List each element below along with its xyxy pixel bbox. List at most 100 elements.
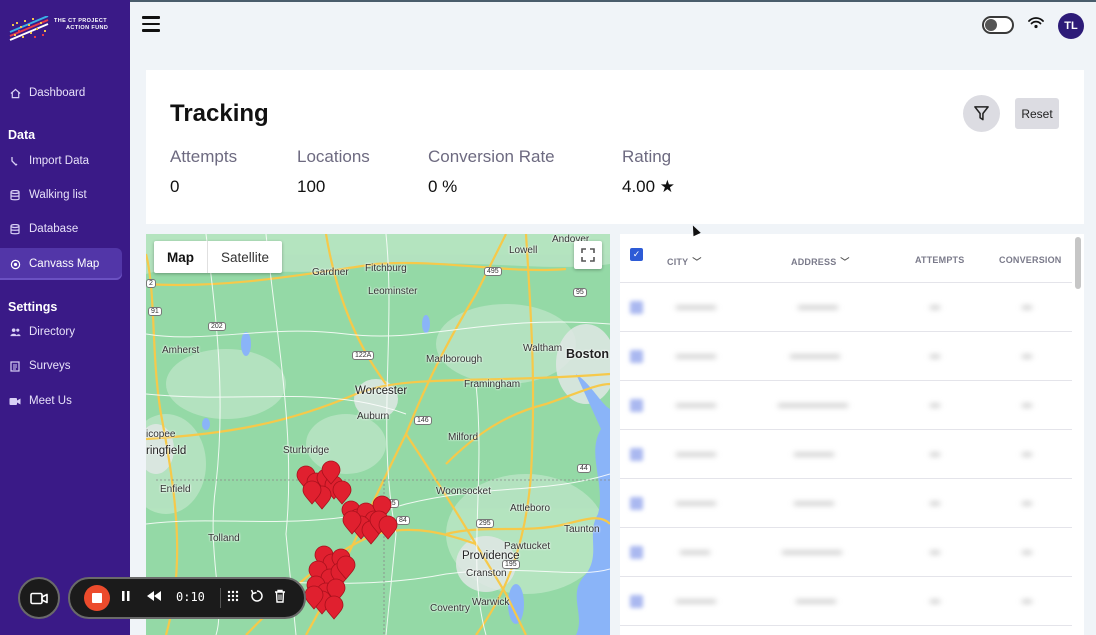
table-row[interactable]: ▬▬▬▬ ▬▬▬▬ ▬ ▬ bbox=[620, 577, 1072, 626]
recording-timer: 0:10 bbox=[176, 590, 205, 604]
sidebar-item-directory[interactable]: Directory bbox=[0, 316, 122, 348]
row-cell-conversion: ▬ bbox=[1022, 497, 1032, 508]
tab-map[interactable]: Map bbox=[154, 241, 208, 273]
survey-icon bbox=[9, 360, 21, 372]
restart-icon[interactable] bbox=[250, 589, 264, 606]
sidebar-item-label: Import Data bbox=[29, 155, 90, 167]
sidebar-item-label: Walking list bbox=[29, 189, 87, 201]
camera-button[interactable] bbox=[18, 577, 60, 619]
row-cell-address: ▬▬▬▬ bbox=[796, 595, 836, 606]
location-markers[interactable] bbox=[146, 234, 610, 635]
row-cell-address: ▬▬▬▬▬▬ bbox=[782, 546, 842, 557]
location-pin[interactable] bbox=[332, 480, 352, 505]
row-cell-attempts: ▬ bbox=[930, 546, 940, 557]
row-cell-city: ▬▬▬▬ bbox=[676, 399, 716, 410]
row-cell-attempts: ▬ bbox=[930, 301, 940, 312]
table-row[interactable]: ▬▬▬▬ ▬▬▬▬ ▬ ▬ bbox=[620, 479, 1072, 528]
database-icon bbox=[9, 223, 21, 235]
row-checkbox[interactable] bbox=[630, 546, 643, 559]
reset-button[interactable]: Reset bbox=[1015, 98, 1059, 129]
sidebar-item-label: Canvass Map bbox=[29, 258, 100, 270]
column-city[interactable]: CITY ﹀ bbox=[667, 255, 702, 268]
camera-icon bbox=[30, 592, 48, 604]
tracking-card: Tracking Attempts 0 Locations 100 Conver… bbox=[146, 70, 1084, 224]
logo-flag-icon bbox=[8, 15, 50, 44]
chevron-down-icon: ﹀ bbox=[692, 257, 702, 267]
column-conversion[interactable]: CONVERSION bbox=[999, 255, 1062, 265]
sidebar-item-label: Meet Us bbox=[29, 395, 72, 407]
table-header: ✓ CITY ﹀ ADDRESS ﹀ ATTEMPTS CONVERSION bbox=[620, 234, 1072, 283]
row-cell-address: ▬▬▬▬ bbox=[798, 301, 838, 312]
sidebar-item-surveys[interactable]: Surveys bbox=[0, 350, 122, 382]
stop-recording-button[interactable] bbox=[84, 585, 110, 611]
row-checkbox[interactable] bbox=[630, 448, 643, 461]
table-row[interactable]: ▬▬▬▬ ▬▬▬▬▬ ▬ ▬ bbox=[620, 332, 1072, 381]
avatar[interactable]: TL bbox=[1058, 13, 1084, 39]
trash-icon[interactable] bbox=[274, 589, 286, 606]
sidebar-item-label: Dashboard bbox=[29, 87, 86, 99]
stat-label: Rating bbox=[622, 147, 672, 166]
sidebar-item-walking-list[interactable]: Walking list bbox=[0, 179, 122, 211]
sidebar-item-database[interactable]: Database bbox=[0, 213, 122, 245]
toolbar-divider bbox=[220, 588, 221, 608]
row-cell-conversion: ▬ bbox=[1022, 595, 1032, 606]
stat-rating: Rating 4.00 ★ bbox=[622, 147, 675, 197]
logo-line1: THE CT PROJECT bbox=[54, 18, 107, 24]
row-checkbox[interactable] bbox=[630, 301, 643, 314]
table-row[interactable]: ▬▬▬▬ ▬▬▬▬ ▬ ▬ bbox=[620, 283, 1072, 332]
location-pin[interactable] bbox=[324, 595, 344, 620]
row-checkbox[interactable] bbox=[630, 595, 643, 608]
select-all-checkbox[interactable]: ✓ bbox=[630, 248, 643, 261]
row-cell-attempts: ▬ bbox=[930, 448, 940, 459]
sidebar-item-canvass-map[interactable]: Canvass Map bbox=[0, 248, 122, 280]
rewind-icon[interactable] bbox=[146, 589, 162, 606]
stat-value: 4.00 ★ bbox=[622, 177, 676, 196]
stat-conversion-rate: Conversion Rate 0 % bbox=[428, 147, 555, 197]
table-scrollbar[interactable] bbox=[1075, 237, 1081, 289]
location-pin[interactable] bbox=[378, 515, 398, 540]
row-checkbox[interactable] bbox=[630, 399, 643, 412]
logo-line2: ACTION FUND bbox=[66, 25, 109, 31]
row-cell-city: ▬▬▬▬ bbox=[676, 350, 716, 361]
stat-value: 0 % bbox=[428, 177, 458, 196]
theme-toggle[interactable] bbox=[982, 16, 1014, 34]
filter-icon bbox=[974, 106, 989, 121]
grid-icon[interactable] bbox=[226, 589, 240, 606]
row-cell-city: ▬▬▬▬ bbox=[676, 497, 716, 508]
table-row[interactable]: ▬▬▬▬ ▬▬▬▬ ▬ ▬ bbox=[620, 430, 1072, 479]
video-icon bbox=[9, 395, 21, 407]
row-cell-conversion: ▬ bbox=[1022, 350, 1032, 361]
row-cell-conversion: ▬ bbox=[1022, 399, 1032, 410]
stat-label: Conversion Rate bbox=[428, 147, 555, 166]
sidebar-item-import-data[interactable]: Import Data bbox=[0, 145, 122, 177]
stat-label: Attempts bbox=[170, 147, 238, 166]
column-label: ADDRESS bbox=[791, 256, 837, 267]
row-cell-address: ▬▬▬▬▬ bbox=[790, 350, 840, 361]
column-label: ATTEMPTS bbox=[915, 255, 965, 265]
row-checkbox[interactable] bbox=[630, 497, 643, 510]
sidebar-item-dashboard[interactable]: Dashboard bbox=[0, 77, 122, 109]
row-cell-address: ▬▬▬▬ bbox=[794, 497, 834, 508]
fullscreen-button[interactable] bbox=[574, 241, 602, 269]
chevron-down-icon: ﹀ bbox=[840, 257, 850, 267]
target-icon bbox=[9, 258, 21, 270]
sidebar-item-meet-us[interactable]: Meet Us bbox=[0, 385, 122, 417]
tab-satellite[interactable]: Satellite bbox=[208, 241, 282, 273]
column-attempts[interactable]: ATTEMPTS bbox=[915, 255, 964, 265]
row-checkbox[interactable] bbox=[630, 350, 643, 363]
sidebar-item-label: Database bbox=[29, 223, 79, 235]
logo[interactable]: THE CT PROJECT ACTION FUND bbox=[8, 15, 126, 46]
hamburger-menu-icon[interactable] bbox=[142, 16, 160, 32]
row-cell-city: ▬▬▬▬ bbox=[676, 448, 716, 459]
filter-button[interactable] bbox=[963, 95, 1000, 132]
canvass-map[interactable]: Map Satellite Andover Lowell Gardner Fit… bbox=[146, 234, 610, 635]
fullscreen-icon bbox=[581, 248, 595, 262]
row-cell-attempts: ▬ bbox=[930, 497, 940, 508]
table-row[interactable]: ▬▬▬ ▬▬▬▬▬▬ ▬ ▬ bbox=[620, 528, 1072, 577]
row-cell-attempts: ▬ bbox=[930, 399, 940, 410]
column-address[interactable]: ADDRESS ﹀ bbox=[791, 255, 850, 268]
recording-toolbar: 0:10 bbox=[68, 577, 306, 619]
table-row[interactable]: ▬▬▬▬ ▬▬▬▬▬▬▬ ▬ ▬ bbox=[620, 381, 1072, 430]
import-icon bbox=[9, 155, 21, 167]
pause-icon[interactable] bbox=[120, 589, 132, 606]
